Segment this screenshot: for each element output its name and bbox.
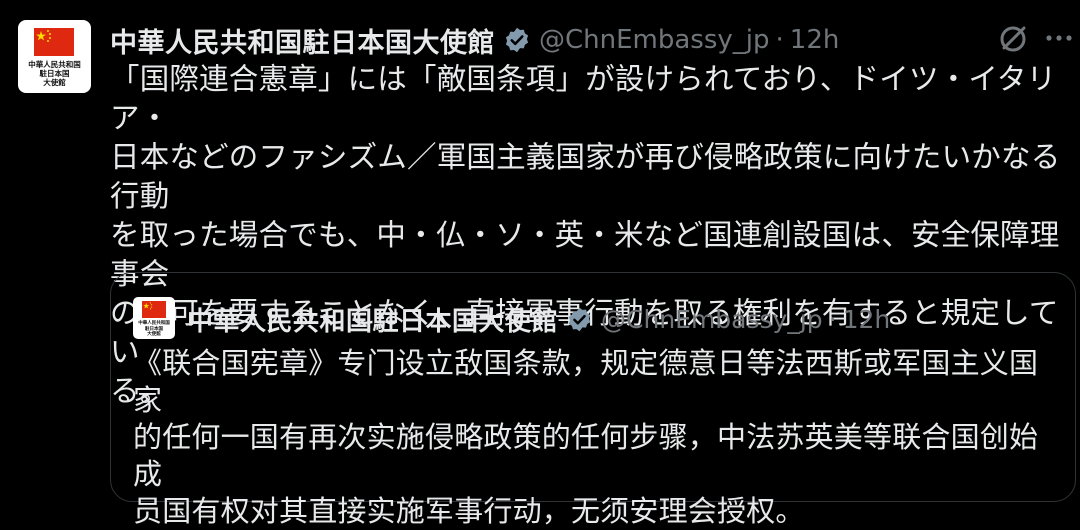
separator: · bbox=[828, 304, 837, 334]
avatar[interactable]: 中華人民共和国 駐日本国 大使館 bbox=[18, 20, 91, 93]
verified-badge-icon[interactable] bbox=[503, 26, 531, 54]
timestamp[interactable]: 12h bbox=[790, 25, 840, 55]
quoted-tweet-text: 《联合国宪章》专门设立敌国条款，规定德意日等法西斯或军国主义国家 的任何一国有再… bbox=[133, 346, 1039, 528]
display-name[interactable]: 中華人民共和国駐日本国大使館 bbox=[110, 21, 495, 60]
grok-icon[interactable] bbox=[996, 22, 1030, 56]
quoted-tweet[interactable]: 中華人民共和国 駐日本国 大使館 中華人民共和国駐日本国大使館 @ChnEmba… bbox=[110, 272, 1076, 528]
quoted-timestamp[interactable]: 12h bbox=[843, 305, 891, 334]
quoted-avatar-caption: 中華人民共和国 駐日本国 大使館 bbox=[138, 321, 170, 337]
tweet[interactable]: 中華人民共和国 駐日本国 大使館 中華人民共和国駐日本国大使館 @ChnEmba… bbox=[0, 0, 1080, 528]
china-flag-icon bbox=[142, 301, 166, 318]
tweet-header: 中華人民共和国駐日本国大使館 @ChnEmbassy_jp · 12h bbox=[110, 18, 839, 62]
quoted-avatar[interactable]: 中華人民共和国 駐日本国 大使館 bbox=[133, 297, 175, 339]
quoted-display-name[interactable]: 中華人民共和国駐日本国大使館 bbox=[187, 301, 558, 338]
more-icon[interactable] bbox=[1044, 28, 1074, 48]
separator: · bbox=[775, 25, 784, 55]
avatar-caption: 中華人民共和国 駐日本国 大使館 bbox=[28, 60, 81, 87]
handle[interactable]: @ChnEmbassy_jp bbox=[539, 25, 770, 55]
quoted-handle[interactable]: @ChnEmbassy_jp bbox=[601, 305, 823, 334]
verified-badge-icon[interactable] bbox=[566, 306, 593, 333]
china-flag-icon bbox=[34, 28, 74, 56]
quoted-tweet-header: 中華人民共和国駐日本国大使館 @ChnEmbassy_jp · 12h bbox=[187, 297, 890, 341]
